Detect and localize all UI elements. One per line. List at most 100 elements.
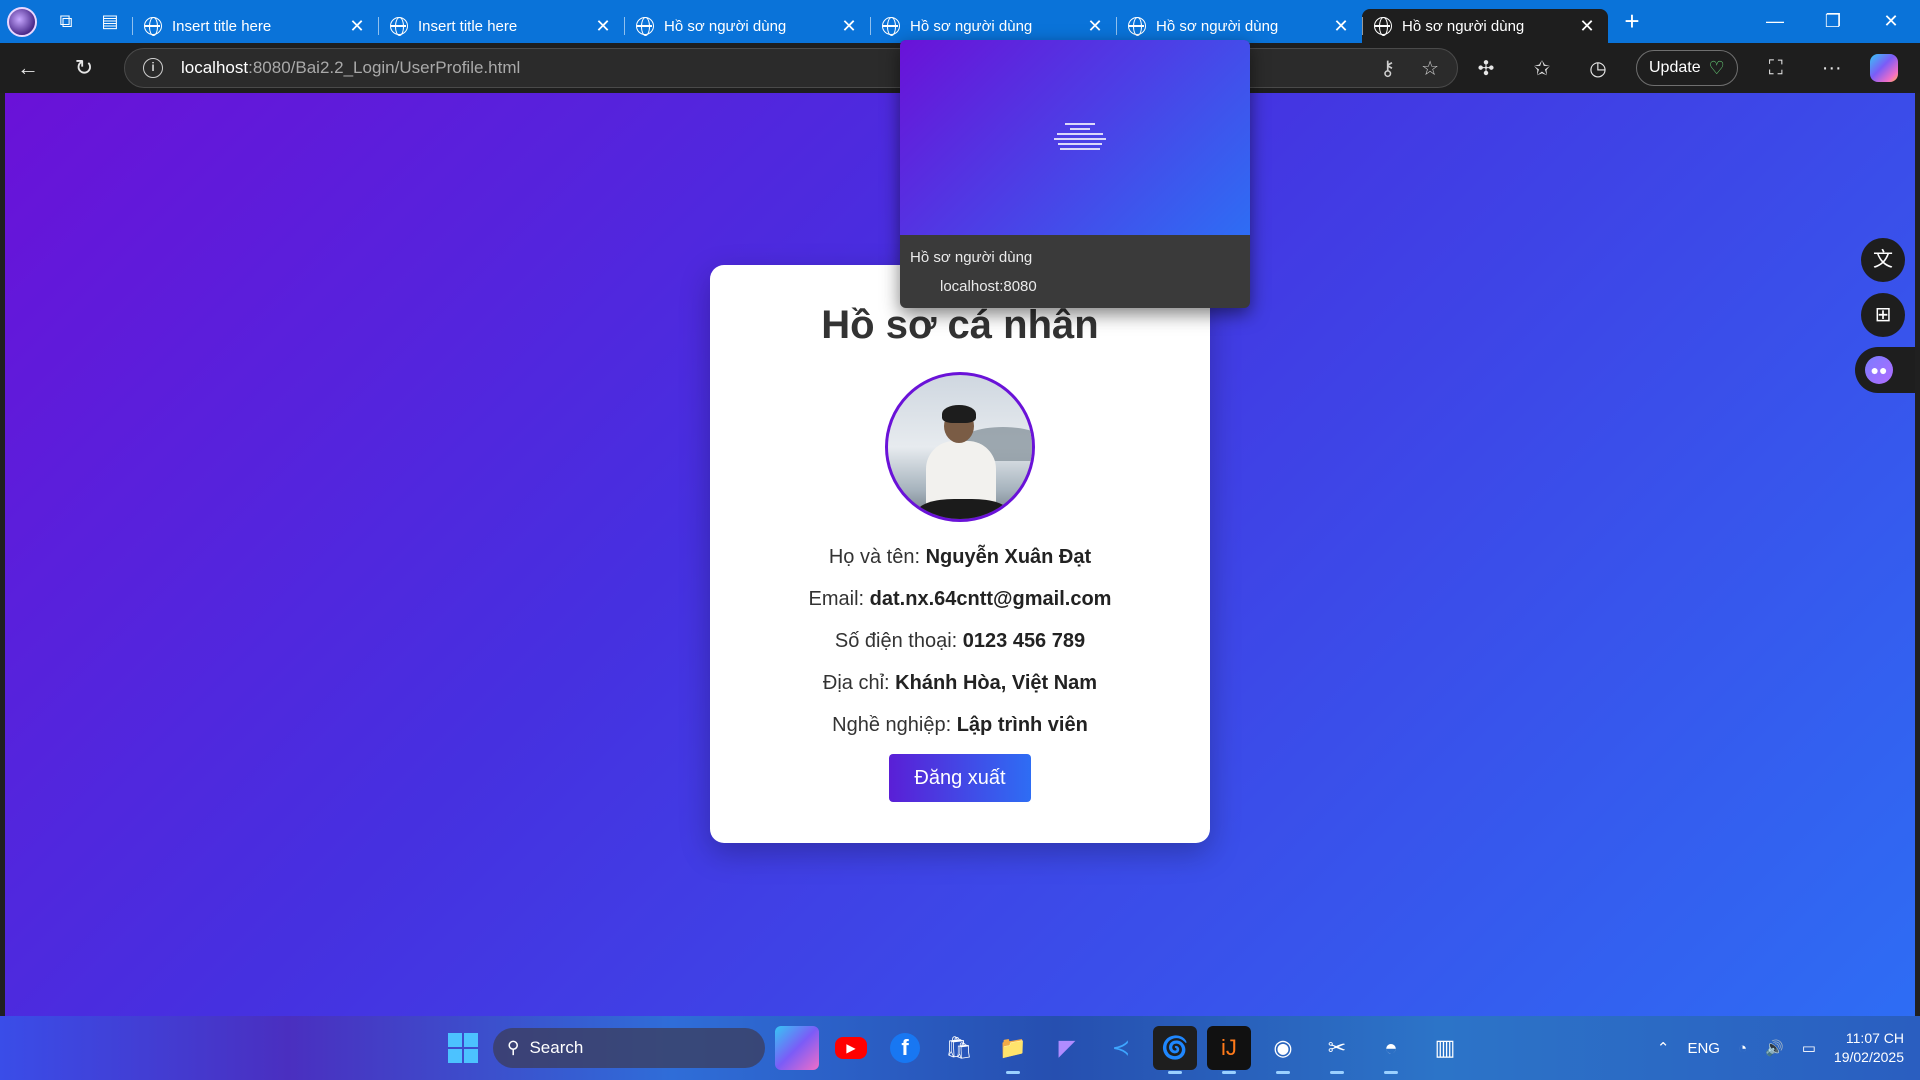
close-tab-icon[interactable]: ✕ xyxy=(840,16,858,37)
minimize-icon[interactable]: — xyxy=(1746,11,1804,32)
field-occupation: Nghề nghiệp: Lập trình viên xyxy=(710,704,1210,746)
globe-icon xyxy=(636,17,654,36)
github-icon[interactable]: ◓ xyxy=(1369,1026,1413,1074)
assistant-bot-icon: ●● xyxy=(1865,356,1893,384)
taskbar-search[interactable]: ⚲ Search xyxy=(493,1028,765,1068)
battery-icon[interactable]: ▭ xyxy=(1802,1039,1816,1057)
globe-icon xyxy=(390,17,408,36)
new-tab-button[interactable]: + xyxy=(1608,6,1656,37)
intellij-icon[interactable]: iJ xyxy=(1207,1026,1251,1074)
field-fullname: Họ và tên: Nguyễn Xuân Đạt xyxy=(710,536,1210,578)
system-tray: ⌃ ENG ◔ 🔊 ▭ 11:07 CH 19/02/2025 xyxy=(1657,1016,1904,1080)
info-icon[interactable]: i xyxy=(143,58,163,78)
url-actions: ⚷ ☆ xyxy=(1380,56,1439,81)
field-label: Email: xyxy=(808,588,865,610)
url-path: :8080/Bai2.2_Login/UserProfile.html xyxy=(248,58,521,77)
notepad-icon[interactable]: ▥ xyxy=(1423,1026,1467,1070)
field-phone: Số điện thoại: 0123 456 789 xyxy=(710,620,1210,662)
field-value: 0123 456 789 xyxy=(962,630,1086,652)
close-window-icon[interactable]: ✕ xyxy=(1862,11,1920,32)
key-icon[interactable]: ⚷ xyxy=(1380,56,1395,81)
url-field[interactable]: i localhost:8080/Bai2.2_Login/UserProfil… xyxy=(124,48,1458,88)
clock[interactable]: 11:07 CH 19/02/2025 xyxy=(1834,1029,1904,1067)
tab-title: Insert title here xyxy=(418,17,518,35)
close-tab-icon[interactable]: ✕ xyxy=(348,16,366,37)
logout-button[interactable]: Đăng xuất xyxy=(889,754,1031,802)
tab-title: Hồ sơ người dùng xyxy=(1156,17,1279,35)
store-icon[interactable]: 🛍 xyxy=(937,1026,981,1070)
tab-ho-so-2[interactable]: Hồ sơ người dùng ✕ xyxy=(870,9,1116,43)
update-button[interactable]: Update ♡ xyxy=(1636,50,1738,86)
window-controls: — ❐ ✕ xyxy=(1746,11,1920,32)
tab-title: Hồ sơ người dùng xyxy=(664,17,787,35)
tab-ho-so-1[interactable]: Hồ sơ người dùng ✕ xyxy=(624,9,870,43)
field-value: dat.nx.64cntt@gmail.com xyxy=(869,588,1112,610)
start-icon[interactable] xyxy=(443,1028,483,1068)
field-value: Nguyễn Xuân Đạt xyxy=(925,546,1092,568)
refresh-icon[interactable]: ↻ xyxy=(56,55,112,81)
field-email: Email: dat.nx.64cntt@gmail.com xyxy=(710,578,1210,620)
globe-icon xyxy=(144,17,162,36)
snipping-tool-icon[interactable]: ✂ xyxy=(1315,1026,1359,1074)
tab-hover-preview: Hồ sơ người dùng localhost:8080 xyxy=(900,40,1250,308)
clock-time: 11:07 CH xyxy=(1845,1030,1904,1046)
workspaces-icon[interactable]: ⧉ xyxy=(44,0,88,43)
wifi-icon[interactable]: ◔ xyxy=(1738,1040,1747,1057)
translate-icon[interactable]: 文 xyxy=(1861,238,1905,282)
profile-card: Hồ sơ cá nhân Họ và tên: Nguyễn Xuân Đạt… xyxy=(710,265,1210,843)
close-tab-icon[interactable]: ✕ xyxy=(594,16,612,37)
volume-icon[interactable]: 🔊 xyxy=(1765,1039,1784,1057)
profile-info: Họ và tên: Nguyễn Xuân Đạt Email: dat.nx… xyxy=(710,536,1210,746)
copilot-icon[interactable] xyxy=(1869,54,1898,82)
avatar xyxy=(7,6,37,37)
field-value: Khánh Hòa, Việt Nam xyxy=(895,672,1098,694)
file-explorer-icon[interactable]: 📁 xyxy=(991,1026,1035,1074)
screenshot-icon[interactable]: ⛶ xyxy=(1748,57,1804,80)
favorite-star-icon[interactable]: ☆ xyxy=(1421,56,1439,81)
tab-ho-so-active[interactable]: Hồ sơ người dùng ✕ xyxy=(1362,9,1608,43)
field-label: Họ và tên: xyxy=(828,546,921,568)
extensions-icon[interactable]: ✣ xyxy=(1458,56,1514,81)
chevron-up-icon[interactable]: ⌃ xyxy=(1657,1039,1670,1057)
visual-studio-icon[interactable]: ◤ xyxy=(1045,1026,1089,1070)
field-value: Lập trình viên xyxy=(956,714,1088,736)
vertical-tabs-icon[interactable]: ▤ xyxy=(88,0,132,43)
language-indicator[interactable]: ENG xyxy=(1687,1040,1720,1057)
tab-insert-title-1[interactable]: Insert title here ✕ xyxy=(132,9,378,43)
field-address: Địa chỉ: Khánh Hòa, Việt Nam xyxy=(710,662,1210,704)
update-label: Update xyxy=(1649,59,1701,76)
field-label: Số điện thoại: xyxy=(834,630,958,652)
chrome-icon[interactable]: ◉ xyxy=(1261,1026,1305,1074)
tab-insert-title-2[interactable]: Insert title here ✕ xyxy=(378,9,624,43)
preview-title: Hồ sơ người dùng xyxy=(910,249,1033,266)
taskbar: ⚲ Search ▶ f 🛍 📁 ◤ ≺ 🌀 iJ ◉ ✂ ◓ ▥ ⌃ ENG … xyxy=(0,1016,1920,1080)
url-host: localhost xyxy=(181,58,249,77)
close-tab-icon[interactable]: ✕ xyxy=(1086,16,1104,37)
edge-icon[interactable]: 🌀 xyxy=(1153,1026,1197,1074)
facebook-icon[interactable]: f xyxy=(883,1026,927,1070)
page-title: Hồ sơ cá nhân xyxy=(821,303,1099,347)
back-icon[interactable]: ← xyxy=(0,55,56,81)
copilot-app-icon[interactable] xyxy=(775,1026,819,1070)
profile-button[interactable] xyxy=(0,0,44,43)
favorites-icon[interactable]: ✩ xyxy=(1514,56,1570,81)
close-tab-icon[interactable]: ✕ xyxy=(1332,16,1350,37)
history-icon[interactable]: ◷ xyxy=(1570,56,1626,81)
tab-title: Hồ sơ người dùng xyxy=(1402,17,1525,35)
search-icon: ⚲ xyxy=(507,1038,520,1057)
field-label: Nghề nghiệp: xyxy=(832,714,952,736)
youtube-icon[interactable]: ▶ xyxy=(829,1026,873,1070)
close-tab-icon[interactable]: ✕ xyxy=(1578,16,1596,37)
tab-ho-so-3[interactable]: Hồ sơ người dùng ✕ xyxy=(1116,9,1362,43)
taskbar-apps: ⚲ Search ▶ f 🛍 📁 ◤ ≺ 🌀 iJ ◉ ✂ ◓ ▥ xyxy=(443,1024,1467,1074)
vscode-icon[interactable]: ≺ xyxy=(1099,1026,1143,1070)
profile-photo xyxy=(885,372,1035,522)
apps-grid-icon[interactable]: ⊞ xyxy=(1861,293,1905,337)
globe-icon xyxy=(1374,17,1392,36)
globe-icon xyxy=(882,17,900,36)
tab-title: Insert title here xyxy=(172,17,272,35)
assistant-tab[interactable]: ●● xyxy=(1855,347,1915,393)
restore-icon[interactable]: ❐ xyxy=(1804,11,1862,32)
heart-icon: ♡ xyxy=(1708,57,1725,78)
more-icon[interactable]: ··· xyxy=(1804,57,1860,80)
